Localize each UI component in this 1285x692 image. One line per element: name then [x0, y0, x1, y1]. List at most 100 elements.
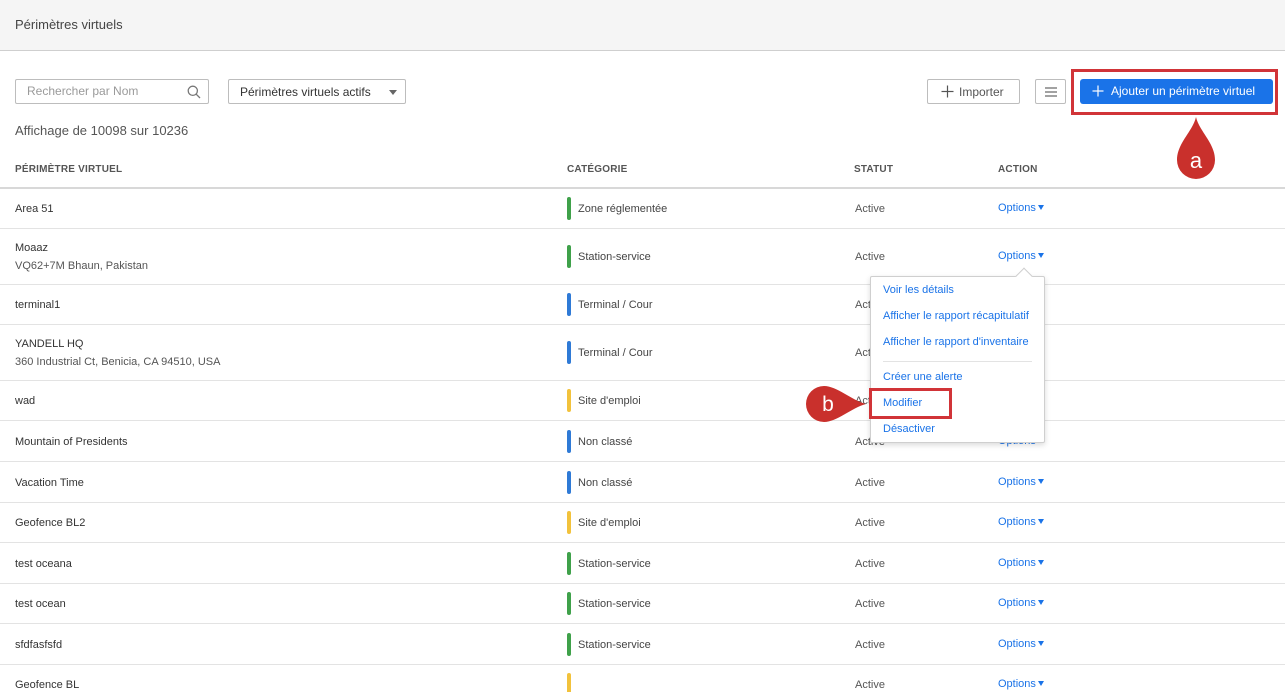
- table-header: PÉRIMÈTRE VIRTUEL CATÉGORIE STATUT ACTIO…: [0, 159, 1285, 189]
- add-geofence-button[interactable]: Ajouter un périmètre virtuel: [1080, 79, 1273, 104]
- geofence-name-text: Moaaz: [15, 242, 49, 254]
- category-color-indicator: [567, 592, 571, 615]
- geofence-name: Moaaz VQ62+7M Bhaun, Pakistan: [15, 242, 148, 272]
- geofence-address: VQ62+7M Bhaun, Pakistan: [15, 260, 148, 272]
- category-color-indicator: [567, 430, 571, 453]
- column-header-action: ACTION: [998, 164, 1038, 175]
- import-button[interactable]: Importer: [927, 79, 1020, 104]
- caret-down-icon: [1037, 560, 1044, 565]
- geofence-name: test ocean: [15, 598, 66, 610]
- category-color-indicator: [567, 197, 571, 220]
- category-label: Non classé: [578, 477, 633, 489]
- geofence-name-text: Mountain of Presidents: [15, 436, 128, 448]
- menu-item-deactivate[interactable]: Désactiver: [883, 423, 935, 435]
- category-label: Station-service: [578, 598, 651, 610]
- geofence-name-text: Vacation Time: [15, 477, 84, 489]
- table-row: sfdfasfsfd Station-service Active Options: [0, 624, 1285, 665]
- category-color-indicator: [567, 633, 571, 656]
- callout-marker-b: b: [806, 386, 866, 422]
- column-menu-button[interactable]: [1035, 79, 1066, 104]
- options-button[interactable]: Options: [998, 678, 1044, 690]
- menu-divider: [883, 361, 1032, 362]
- table-row: test oceana Station-service Active Options: [0, 543, 1285, 584]
- caret-down-icon: [1037, 205, 1044, 210]
- caret-down-icon: [1037, 479, 1044, 484]
- options-label: Options: [998, 557, 1036, 569]
- category-label: Zone réglementée: [578, 203, 668, 215]
- options-label: Options: [998, 476, 1036, 488]
- caret-down-icon: [1037, 641, 1044, 646]
- geofence-name-text: test oceana: [15, 558, 72, 570]
- category-label: Site d'emploi: [578, 395, 641, 407]
- options-button[interactable]: Options: [998, 250, 1044, 262]
- caret-down-icon: [1037, 519, 1044, 524]
- menu-item-create-alert[interactable]: Créer une alerte: [883, 371, 963, 383]
- table-row: Geofence BL2 Site d'emploi Active Options: [0, 503, 1285, 543]
- chevron-down-icon: [389, 90, 397, 95]
- category-color-indicator: [567, 293, 571, 316]
- category-color-indicator: [567, 471, 571, 494]
- menu-item-edit[interactable]: Modifier: [883, 397, 922, 409]
- geofence-name: Mountain of Presidents: [15, 436, 128, 448]
- column-header-category[interactable]: CATÉGORIE: [567, 164, 628, 175]
- menu-icon: [1045, 87, 1057, 97]
- geofence-name-text: terminal1: [15, 299, 61, 311]
- geofence-address: 360 Industrial Ct, Benicia, CA 94510, US…: [15, 356, 221, 368]
- column-header-name[interactable]: PÉRIMÈTRE VIRTUEL: [15, 164, 122, 175]
- page-title: Périmètres virtuels: [15, 17, 123, 32]
- geofence-name: test oceana: [15, 558, 72, 570]
- category-label: Terminal / Cour: [578, 347, 653, 359]
- options-label: Options: [998, 597, 1036, 609]
- geofence-name-text: test ocean: [15, 598, 66, 610]
- category-label: Station-service: [578, 558, 651, 570]
- plus-icon: [1092, 85, 1104, 97]
- callout-marker-b-label: b: [822, 393, 834, 416]
- table-row: Moaaz VQ62+7M Bhaun, Pakistan Station-serv…: [0, 229, 1285, 285]
- table-row: test ocean Station-service Active Options: [0, 584, 1285, 624]
- geofence-name: Area 51: [15, 203, 54, 215]
- options-label: Options: [998, 638, 1036, 650]
- category-label: Site d'emploi: [578, 517, 641, 529]
- page-header: Périmètres virtuels: [0, 0, 1285, 51]
- table-row: Vacation Time Non classé Active Options: [0, 462, 1285, 503]
- search-input[interactable]: [27, 84, 177, 98]
- geofence-name: Geofence BL: [15, 679, 79, 691]
- status-filter-select[interactable]: Périmètres virtuels actifs: [228, 79, 406, 104]
- category-label: Non classé: [578, 436, 633, 448]
- status-text: Active: [855, 679, 885, 691]
- plus-icon: [941, 85, 954, 98]
- options-label: Options: [998, 250, 1036, 262]
- options-label: Options: [998, 202, 1036, 214]
- column-header-status[interactable]: STATUT: [854, 164, 893, 175]
- geofence-name-text: wad: [15, 395, 36, 407]
- caret-down-icon: [1037, 253, 1044, 258]
- options-button[interactable]: Options: [998, 516, 1044, 528]
- options-button[interactable]: Options: [998, 476, 1044, 488]
- search-icon[interactable]: [187, 85, 201, 99]
- geofence-name: Vacation Time: [15, 477, 84, 489]
- menu-item-view-details[interactable]: Voir les détails: [883, 284, 954, 296]
- options-label: Options: [998, 516, 1036, 528]
- caret-down-icon: [1037, 600, 1044, 605]
- status-text: Active: [855, 477, 885, 489]
- options-button[interactable]: Options: [998, 638, 1044, 650]
- menu-item-inventory-report[interactable]: Afficher le rapport d'inventaire: [883, 336, 1029, 348]
- result-count: Affichage de 10098 sur 10236: [15, 123, 189, 138]
- options-button[interactable]: Options: [998, 557, 1044, 569]
- geofence-name-text: Area 51: [15, 203, 54, 215]
- table-row: terminal1Terminal / CourActiveOptions: [0, 285, 1285, 325]
- menu-item-summary-report[interactable]: Afficher le rapport récapitulatif: [883, 310, 1029, 322]
- search-box[interactable]: [15, 79, 209, 104]
- category-label: Station-service: [578, 639, 651, 651]
- category-color-indicator: [567, 673, 571, 692]
- category-color-indicator: [567, 389, 571, 412]
- geofence-name-text: sfdfasfsfd: [15, 639, 63, 651]
- options-button[interactable]: Options: [998, 202, 1044, 214]
- category-label: Station-service: [578, 251, 651, 263]
- add-geofence-label: Ajouter un périmètre virtuel: [1111, 84, 1256, 98]
- table-row: wadSite d'emploiActiveOptions: [0, 381, 1285, 421]
- options-button[interactable]: Options: [998, 597, 1044, 609]
- geofence-name-text: Geofence BL2: [15, 517, 86, 529]
- status-text: Active: [855, 203, 885, 215]
- category-label: Terminal / Cour: [578, 299, 653, 311]
